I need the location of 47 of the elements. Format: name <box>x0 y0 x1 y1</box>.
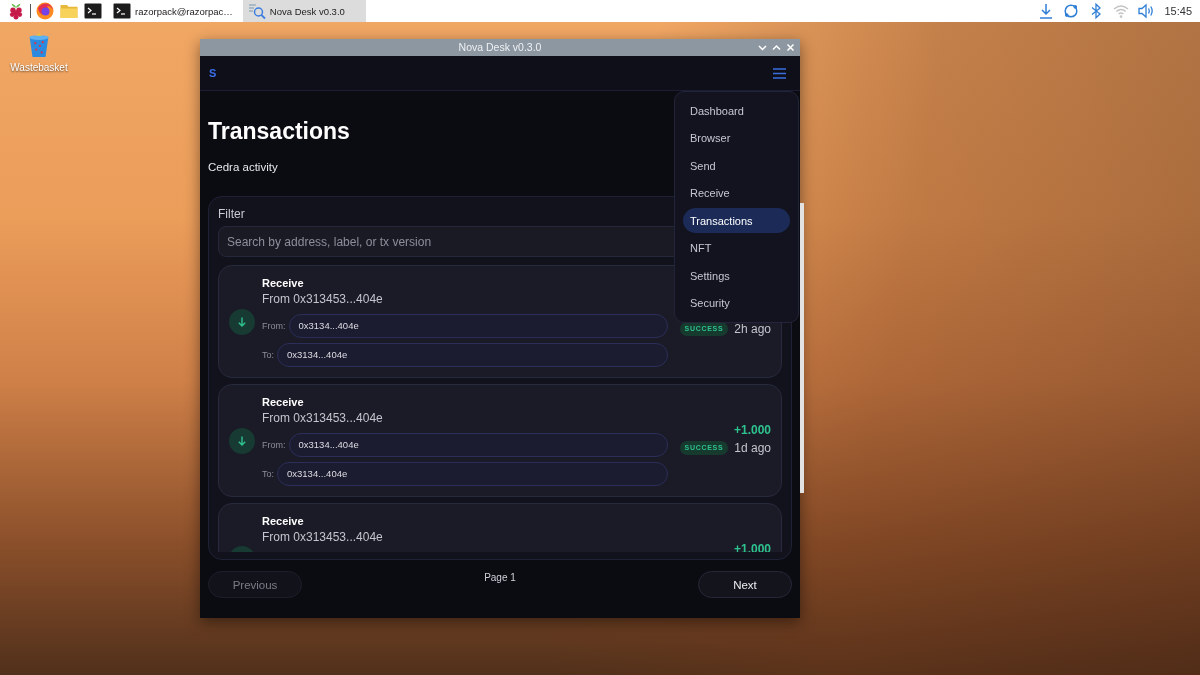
taskbar-window-button[interactable]: razorpack@razorpac… <box>108 0 237 22</box>
magnifier-icon <box>247 2 266 20</box>
wastebasket-icon[interactable] <box>27 32 51 58</box>
address-field: 0x3134...404e <box>288 314 668 338</box>
menu-icon[interactable] <box>773 67 786 79</box>
logo[interactable]: S <box>209 67 217 79</box>
menu-item[interactable]: Transactions <box>683 208 790 233</box>
download-icon[interactable] <box>1038 3 1055 19</box>
arrow-down-icon <box>229 308 255 335</box>
transaction-time: 1d ago <box>734 441 771 455</box>
volume-icon[interactable] <box>1138 3 1155 19</box>
transaction-title: Receive <box>262 514 304 528</box>
filter-label: Filter <box>218 207 245 221</box>
transaction-summary: From 0x313453...404e <box>262 291 383 308</box>
transaction-time: 2h ago <box>734 322 771 336</box>
transaction-title: Receive <box>262 276 304 290</box>
menu-item[interactable]: Dashboard <box>683 98 790 123</box>
transaction-summary: From 0x313453...404e <box>262 410 383 427</box>
transaction-amount: +1.000 <box>733 424 771 436</box>
page-indicator: Page 1 <box>484 571 516 585</box>
page-title: Transactions <box>208 117 350 145</box>
menu-item[interactable]: Send <box>683 153 790 178</box>
address-label: To: <box>262 350 274 360</box>
sync-icon[interactable] <box>1063 3 1080 19</box>
transaction-summary: From 0x313453...404e <box>262 529 383 546</box>
browser-icon[interactable] <box>36 2 54 20</box>
address-field: 0x3134...404e <box>277 462 668 486</box>
transaction-title: Receive <box>262 395 304 409</box>
address-field: 0x3134...404e <box>288 433 668 457</box>
raspberry-icon[interactable] <box>7 2 25 20</box>
clock: 15:45 <box>1164 5 1192 17</box>
arrow-down-icon <box>229 427 255 454</box>
scrollbar-thumb[interactable] <box>800 203 804 493</box>
menu-item[interactable]: Receive <box>683 180 790 206</box>
address-label: From: <box>262 321 286 331</box>
chevron-down-icon[interactable] <box>758 43 767 52</box>
address-label: To: <box>262 469 274 479</box>
menu-item[interactable]: Browser <box>683 125 790 151</box>
terminal-icon[interactable] <box>84 2 102 20</box>
next-button[interactable]: Next <box>698 571 792 598</box>
window-title: Nova Desk v0.3.0 <box>458 40 542 55</box>
page-subtitle: Cedra activity <box>208 160 278 175</box>
address-label: From: <box>262 440 286 450</box>
close-icon[interactable] <box>786 43 795 52</box>
address-field: 0x3134...404e <box>277 343 668 367</box>
taskbar-window-button[interactable]: Nova Desk v0.3.0 <box>242 0 366 22</box>
chevron-up-icon[interactable] <box>772 43 781 52</box>
